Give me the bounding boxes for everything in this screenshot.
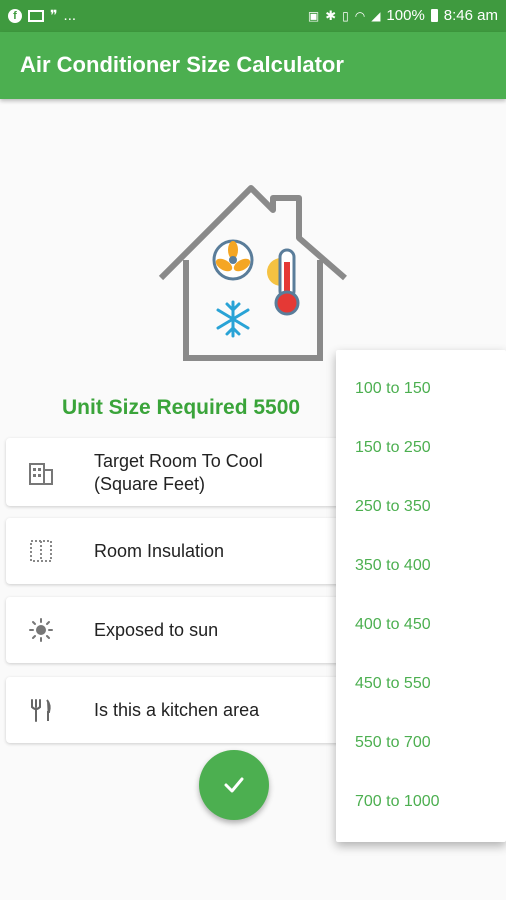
house-illustration-icon (158, 185, 347, 361)
snowflake-icon (216, 300, 250, 338)
clock: 8:46 am (443, 7, 498, 24)
facebook-icon: f (8, 8, 22, 23)
dropdown-option[interactable]: 400 to 450 (355, 616, 431, 634)
exposed-to-sun-option[interactable]: Exposed to sun (6, 597, 366, 663)
room-insulation-label: Room Insulation (94, 541, 225, 561)
dropdown-option[interactable]: 700 to 1000 (355, 793, 440, 811)
room-size-label-line2: (Square Feet) (94, 474, 206, 494)
mail-icon (28, 9, 44, 22)
nfc-icon: ▣ (307, 8, 320, 23)
status-bar: f ❞ ... ▣ ✱ ▯ ◠ ◢ 100% 8:46 am (0, 0, 506, 32)
kitchen-area-option[interactable]: Is this a kitchen area (6, 677, 366, 743)
insulation-icon (30, 540, 52, 562)
battery-level: 100% (386, 7, 425, 24)
bluetooth-icon: ✱ (325, 7, 337, 23)
more-notifications-icon: ... (63, 7, 77, 24)
sun-icon (29, 618, 53, 642)
battery-icon (430, 9, 438, 22)
dropdown-option[interactable]: 150 to 250 (355, 439, 431, 457)
dropdown-option[interactable]: 250 to 350 (355, 498, 431, 516)
wifi-icon: ◠ (354, 8, 366, 23)
app-bar: Air Conditioner Size Calculator (0, 32, 506, 99)
dropdown-option[interactable]: 100 to 150 (355, 380, 431, 398)
app-title: Air Conditioner Size Calculator (20, 52, 344, 77)
dropdown-option[interactable]: 550 to 700 (355, 734, 431, 752)
room-insulation-option[interactable]: Room Insulation (6, 518, 366, 584)
room-size-option[interactable]: Target Room To Cool (Square Feet) (6, 438, 366, 506)
check-icon (224, 777, 244, 793)
thermometer-icon (274, 248, 300, 316)
room-size-label-line1: Target Room To Cool (94, 451, 263, 471)
building-icon (29, 463, 53, 485)
dropdown-option[interactable]: 350 to 400 (355, 557, 431, 575)
unit-size-result: Unit Size Required 5500 (62, 396, 301, 419)
vibrate-icon: ▯ (342, 8, 349, 23)
room-size-dropdown: 100 to 150 150 to 250 250 to 350 350 to … (336, 350, 506, 842)
dropdown-option[interactable]: 450 to 550 (355, 675, 431, 693)
signal-icon: ◢ (371, 8, 381, 23)
kitchen-area-label: Is this a kitchen area (94, 700, 260, 720)
exposed-to-sun-label: Exposed to sun (94, 620, 219, 640)
fan-icon (212, 239, 254, 281)
fork-knife-icon (31, 699, 51, 722)
quote-icon: ❞ (50, 7, 58, 23)
calculate-button[interactable] (199, 750, 269, 820)
